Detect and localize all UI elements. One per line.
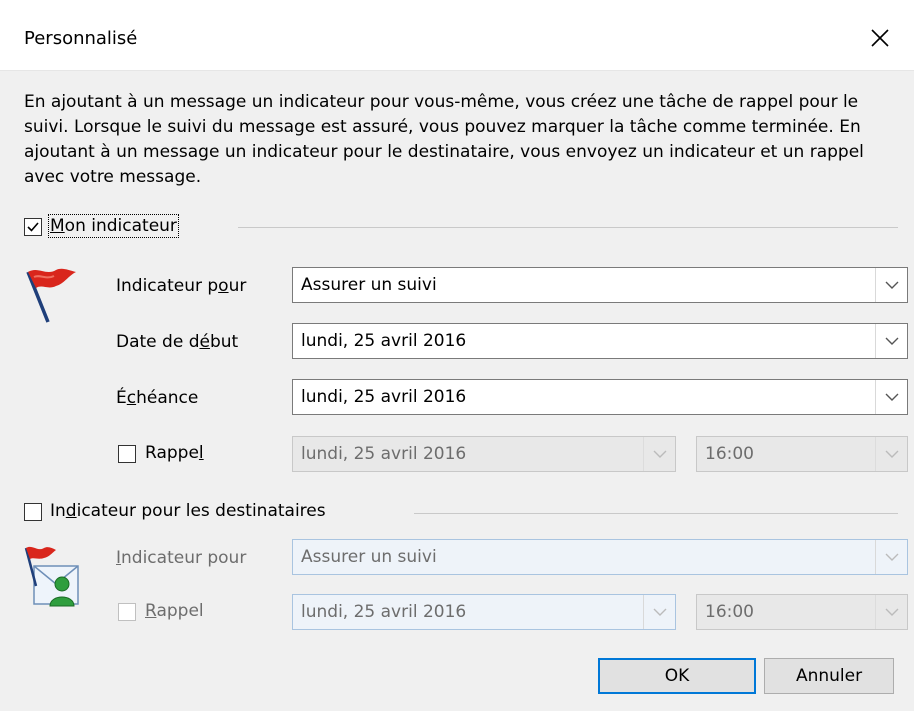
recipients-flag-for-label: Indicateur pour [116,548,247,568]
description-text: En ajoutant à un message un indicateur p… [24,92,864,187]
recipients-reminder-time-picker[interactable]: 16:00 [696,594,908,630]
my-flag-separator [238,227,898,228]
contact-flag-icon [20,544,84,615]
start-date-picker[interactable]: lundi, 25 avril 2016 [292,323,908,359]
chevron-down-icon [653,608,667,616]
flag-for-select[interactable]: Assurer un suivi [292,267,908,303]
chevron-down-icon [885,608,899,616]
recipients-reminder-date-picker[interactable]: lundi, 25 avril 2016 [292,594,676,630]
chevron-down-icon [885,281,899,289]
start-date-label: Date de début [116,332,239,352]
chevron-down-icon [885,450,899,458]
my-flag-label[interactable]: Mon indicateur [48,214,179,238]
recipients-reminder-label[interactable]: Rappel [145,601,204,621]
my-reminder-time-picker[interactable]: 16:00 [696,436,908,472]
due-date-label: Échéance [116,388,199,408]
title-bar: Personnalisé [0,0,914,71]
close-icon [871,29,889,47]
chevron-down-icon [885,337,899,345]
red-flag-icon [22,262,82,331]
flag-for-label: Indicateur pour [116,276,247,296]
my-flag-checkbox[interactable] [24,218,42,236]
recipients-flag-for-select[interactable]: Assurer un suivi [292,539,908,575]
ok-button[interactable]: OK [598,658,756,694]
chevron-down-icon [885,393,899,401]
chevron-down-icon [653,450,667,458]
close-button[interactable] [860,18,900,58]
recipients-flag-checkbox[interactable] [24,503,42,521]
cancel-button[interactable]: Annuler [764,658,894,694]
chevron-down-icon [885,553,899,561]
recipients-flag-label[interactable]: Indicateur pour les destinataires [50,501,326,521]
checkmark-icon [27,222,39,232]
recipients-reminder-checkbox[interactable] [118,603,136,621]
my-reminder-checkbox[interactable] [118,445,136,463]
my-reminder-date-picker[interactable]: lundi, 25 avril 2016 [292,436,676,472]
dialog-title: Personnalisé [24,28,138,49]
due-date-picker[interactable]: lundi, 25 avril 2016 [292,379,908,415]
recipients-flag-separator [414,513,898,514]
my-reminder-label[interactable]: Rappel [145,443,204,463]
